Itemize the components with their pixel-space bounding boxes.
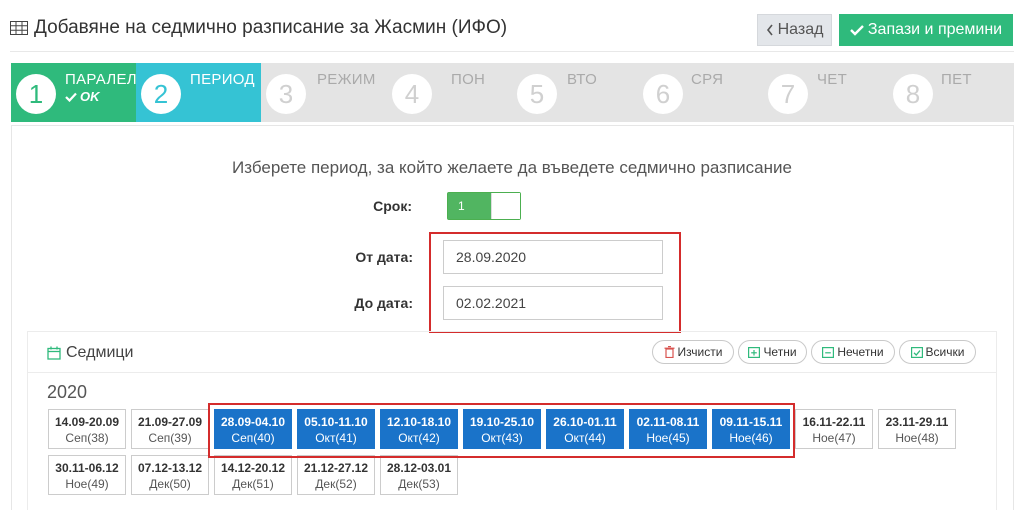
step-number: 5: [517, 74, 557, 114]
to-date-label: До дата:: [354, 295, 413, 311]
step-label: РЕЖИМ: [317, 71, 376, 88]
week-cell[interactable]: 21.09-27.09 Сеп(39): [131, 409, 209, 449]
calendar-icon: [47, 346, 61, 360]
step-number: 8: [893, 74, 933, 114]
week-range: 28.12-03.01: [386, 461, 452, 475]
week-cell[interactable]: 14.12-20.12 Дек(51): [214, 455, 292, 495]
step-number: 1: [16, 74, 56, 114]
term-toggle-knob: [491, 193, 520, 219]
odd-weeks-label: Нечетни: [837, 345, 884, 359]
step-label: ПАРАЛЕЛ: [65, 71, 137, 88]
weeks-divider: [27, 372, 997, 373]
week-range: 21.09-27.09: [137, 415, 203, 429]
from-date-label: От дата:: [355, 249, 413, 265]
calendar-minus-icon: [822, 347, 835, 358]
save-button-label: Запази и премини: [867, 21, 1003, 38]
step-label: ВТО: [567, 71, 598, 88]
page-title-text: Добавяне на седмично разписание за Жасми…: [34, 17, 508, 38]
week-label: Сеп(38): [65, 431, 109, 445]
back-button-label: Назад: [777, 21, 824, 38]
week-label: Ное(47): [812, 431, 856, 445]
week-cell[interactable]: 16.11-22.11 Ное(47): [795, 409, 873, 449]
wizard-step-2[interactable]: 2 ПЕРИОД: [136, 63, 261, 122]
page-title: Добавяне на седмично разписание за Жасми…: [10, 17, 507, 39]
clear-weeks-button[interactable]: Изчисти: [652, 340, 734, 364]
selected-weeks-highlight-box: [208, 403, 795, 458]
page-header: Добавяне на седмично разписание за Жасми…: [0, 0, 1024, 58]
term-label: Срок:: [373, 198, 412, 214]
table-icon: [10, 21, 28, 35]
term-toggle[interactable]: 1: [447, 192, 521, 220]
wizard-step-1[interactable]: 1 ПАРАЛЕЛ OK: [11, 63, 137, 122]
week-range: 07.12-13.12: [137, 461, 203, 475]
period-prompt: Изберете период, за който желаете да във…: [232, 158, 792, 177]
step-label: СРЯ: [691, 71, 724, 88]
week-label: Дек(53): [398, 477, 440, 491]
weeks-title: Седмици: [47, 344, 133, 362]
wizard-step-3[interactable]: 3 РЕЖИМ: [261, 63, 386, 122]
week-label: Ное(49): [65, 477, 109, 491]
week-label: Дек(51): [232, 477, 274, 491]
week-range: 23.11-29.11: [885, 415, 949, 429]
all-weeks-button[interactable]: Всички: [899, 340, 976, 364]
even-weeks-label: Четни: [763, 345, 797, 359]
week-range: 14.09-20.09: [54, 415, 120, 429]
year-heading: 2020: [47, 382, 88, 402]
week-cell[interactable]: 14.09-20.09 Сеп(38): [48, 409, 126, 449]
wizard-step-6[interactable]: 6 СРЯ: [638, 63, 763, 122]
wizard-step-7[interactable]: 7 ЧЕТ: [763, 63, 888, 122]
odd-weeks-button[interactable]: Нечетни: [811, 340, 895, 364]
week-cell[interactable]: 21.12-27.12 Дек(52): [297, 455, 375, 495]
wizard-step-5[interactable]: 5 ВТО: [512, 63, 637, 122]
calendar-plus-icon: [748, 347, 761, 358]
wizard-steps: 1 ПАРАЛЕЛ OK 2 ПЕРИОД 3 РЕЖИМ 4 ПОН 5 ВТ…: [11, 63, 1014, 122]
step-number: 6: [643, 74, 683, 114]
header-divider: [10, 51, 1014, 52]
check-icon: [850, 25, 864, 36]
step-number: 2: [141, 74, 181, 114]
trash-icon: [664, 346, 675, 358]
step-status-text: OK: [80, 89, 100, 104]
week-label: Дек(50): [149, 477, 191, 491]
back-button[interactable]: Назад: [757, 14, 832, 46]
clear-weeks-label: Изчисти: [677, 345, 723, 359]
week-label: Ное(48): [895, 431, 939, 445]
step-label: ПЕРИОД: [190, 71, 255, 88]
week-range: 16.11-22.11: [802, 415, 866, 429]
week-cell[interactable]: 07.12-13.12 Дек(50): [131, 455, 209, 495]
date-highlight-box: [429, 232, 681, 333]
calendar-check-icon: [910, 347, 923, 358]
step-label: ПЕТ: [941, 71, 972, 88]
step-number: 4: [392, 74, 432, 114]
step-label: ЧЕТ: [817, 71, 848, 88]
week-range: 21.12-27.12: [303, 461, 369, 475]
all-weeks-label: Всички: [925, 345, 965, 359]
week-range: 30.11-06.12: [55, 461, 119, 475]
even-weeks-button[interactable]: Четни: [738, 340, 807, 364]
week-label: Сеп(39): [148, 431, 192, 445]
term-toggle-value: 1: [448, 193, 492, 219]
wizard-step-4[interactable]: 4 ПОН: [387, 63, 512, 122]
step-number: 3: [266, 74, 306, 114]
weeks-title-text: Седмици: [66, 344, 134, 361]
week-range: 14.12-20.12: [220, 461, 286, 475]
week-cell[interactable]: 23.11-29.11 Ное(48): [878, 409, 956, 449]
chevron-left-icon: [766, 24, 773, 36]
step-label: ПОН: [451, 71, 486, 88]
save-and-continue-button[interactable]: Запази и премини: [839, 14, 1013, 46]
week-cell[interactable]: 28.12-03.01 Дек(53): [380, 455, 458, 495]
check-icon: [65, 92, 77, 102]
wizard-step-8[interactable]: 8 ПЕТ: [888, 63, 1013, 122]
week-cell[interactable]: 30.11-06.12 Ное(49): [48, 455, 126, 495]
step-number: 7: [768, 74, 808, 114]
step-status: OK: [65, 89, 100, 104]
week-label: Дек(52): [315, 477, 357, 491]
